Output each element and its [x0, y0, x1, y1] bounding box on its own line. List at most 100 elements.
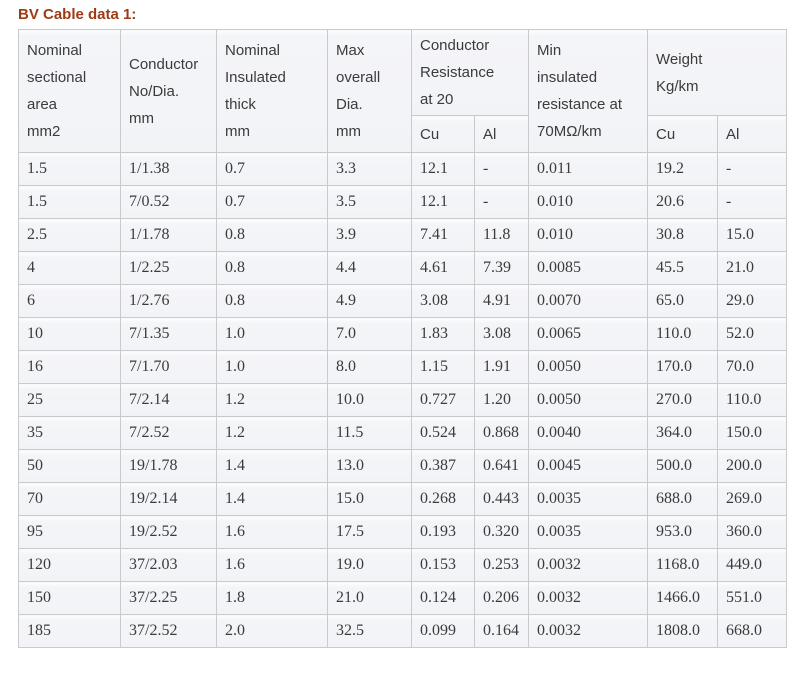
subcol-header-weight-cu: Cu — [648, 116, 718, 153]
cell: 7/1.70 — [121, 351, 217, 384]
cell: 0.010 — [529, 186, 648, 219]
cell: 0.0032 — [529, 615, 648, 648]
cell: 1.4 — [217, 483, 328, 516]
cell: 37/2.03 — [121, 549, 217, 582]
table-row: 2.51/1.780.83.97.4111.80.01030.815.0 — [19, 219, 787, 252]
table-row: 107/1.351.07.01.833.080.0065110.052.0 — [19, 318, 787, 351]
cell: 0.320 — [475, 516, 529, 549]
cell: 12.1 — [412, 186, 475, 219]
cell: 19/2.52 — [121, 516, 217, 549]
cell: 0.206 — [475, 582, 529, 615]
cell: 0.7 — [217, 153, 328, 186]
cell: 12.1 — [412, 153, 475, 186]
col-header-sectional-area: Nominal sectional area mm2 — [19, 30, 121, 153]
col-header-min-insulated-resistance: Min insulated resistance at 70MΩ/km — [529, 30, 648, 153]
cell: 21.0 — [718, 252, 787, 285]
cell: 0.010 — [529, 219, 648, 252]
cell: 3.3 — [328, 153, 412, 186]
cell: 35 — [19, 417, 121, 450]
cell: 0.0035 — [529, 516, 648, 549]
cell: 7/2.52 — [121, 417, 217, 450]
cell: 45.5 — [648, 252, 718, 285]
cell: 1.15 — [412, 351, 475, 384]
cell: 551.0 — [718, 582, 787, 615]
cell: 10.0 — [328, 384, 412, 417]
cell: 0.8 — [217, 252, 328, 285]
cell: 7/0.52 — [121, 186, 217, 219]
cell: 1.83 — [412, 318, 475, 351]
cell: 4.61 — [412, 252, 475, 285]
cell: 0.443 — [475, 483, 529, 516]
cell: 200.0 — [718, 450, 787, 483]
table-row: 257/2.141.210.00.7271.200.0050270.0110.0 — [19, 384, 787, 417]
cell: 19/2.14 — [121, 483, 217, 516]
cell: 37/2.25 — [121, 582, 217, 615]
table-row: 9519/2.521.617.50.1930.3200.0035953.0360… — [19, 516, 787, 549]
cell: 0.164 — [475, 615, 529, 648]
cell: 1466.0 — [648, 582, 718, 615]
cell: 10 — [19, 318, 121, 351]
cell: 19.0 — [328, 549, 412, 582]
cell: 32.5 — [328, 615, 412, 648]
cell: 3.5 — [328, 186, 412, 219]
table-row: 41/2.250.84.44.617.390.008545.521.0 — [19, 252, 787, 285]
col-header-weight: Weight Kg/km — [648, 30, 787, 116]
cell: 8.0 — [328, 351, 412, 384]
cell: 668.0 — [718, 615, 787, 648]
cell: 37/2.52 — [121, 615, 217, 648]
cell: 6 — [19, 285, 121, 318]
cell: 1.2 — [217, 384, 328, 417]
table-row: 7019/2.141.415.00.2680.4430.0035688.0269… — [19, 483, 787, 516]
cell: 11.5 — [328, 417, 412, 450]
cell: 0.253 — [475, 549, 529, 582]
cell: 16 — [19, 351, 121, 384]
cell: 70 — [19, 483, 121, 516]
col-header-max-overall-dia: Max overall Dia. mm — [328, 30, 412, 153]
cell: 1808.0 — [648, 615, 718, 648]
cell: 1.6 — [217, 549, 328, 582]
cell: 185 — [19, 615, 121, 648]
cell: 0.0032 — [529, 582, 648, 615]
cell: 0.0050 — [529, 351, 648, 384]
table-row: 18537/2.522.032.50.0990.1640.00321808.06… — [19, 615, 787, 648]
table-row: 167/1.701.08.01.151.910.0050170.070.0 — [19, 351, 787, 384]
cell: 0.0070 — [529, 285, 648, 318]
cell: 0.0050 — [529, 384, 648, 417]
table-row: 12037/2.031.619.00.1530.2530.00321168.04… — [19, 549, 787, 582]
cell: 120 — [19, 549, 121, 582]
cell: 0.268 — [412, 483, 475, 516]
table-row: 1.51/1.380.73.312.1-0.01119.2- — [19, 153, 787, 186]
cell: 1.91 — [475, 351, 529, 384]
cell: 20.6 — [648, 186, 718, 219]
cell: 110.0 — [648, 318, 718, 351]
cell: 3.9 — [328, 219, 412, 252]
cell: 1.6 — [217, 516, 328, 549]
cell: 17.5 — [328, 516, 412, 549]
header-row-main: Nominal sectional area mm2 Conductor No/… — [19, 30, 787, 116]
cell: 0.641 — [475, 450, 529, 483]
cell: 953.0 — [648, 516, 718, 549]
cell: 3.08 — [412, 285, 475, 318]
cell: 0.0032 — [529, 549, 648, 582]
cell: 0.0085 — [529, 252, 648, 285]
cell: 7/1.35 — [121, 318, 217, 351]
cell: 0.7 — [217, 186, 328, 219]
cell: 270.0 — [648, 384, 718, 417]
cell: 7/2.14 — [121, 384, 217, 417]
cell: 3.08 — [475, 318, 529, 351]
table-header: Nominal sectional area mm2 Conductor No/… — [19, 30, 787, 153]
cell: 30.8 — [648, 219, 718, 252]
cell: 0.8 — [217, 285, 328, 318]
cell: 19/1.78 — [121, 450, 217, 483]
cell: 65.0 — [648, 285, 718, 318]
subcol-header-resistance-cu: Cu — [412, 116, 475, 153]
cell: 15.0 — [328, 483, 412, 516]
cell: 1.5 — [19, 186, 121, 219]
cell: - — [475, 153, 529, 186]
cell: - — [475, 186, 529, 219]
table-row: 357/2.521.211.50.5240.8680.0040364.0150.… — [19, 417, 787, 450]
cell: 1/1.38 — [121, 153, 217, 186]
cell: 95 — [19, 516, 121, 549]
table-row: 1.57/0.520.73.512.1-0.01020.6- — [19, 186, 787, 219]
cell: 0.0045 — [529, 450, 648, 483]
